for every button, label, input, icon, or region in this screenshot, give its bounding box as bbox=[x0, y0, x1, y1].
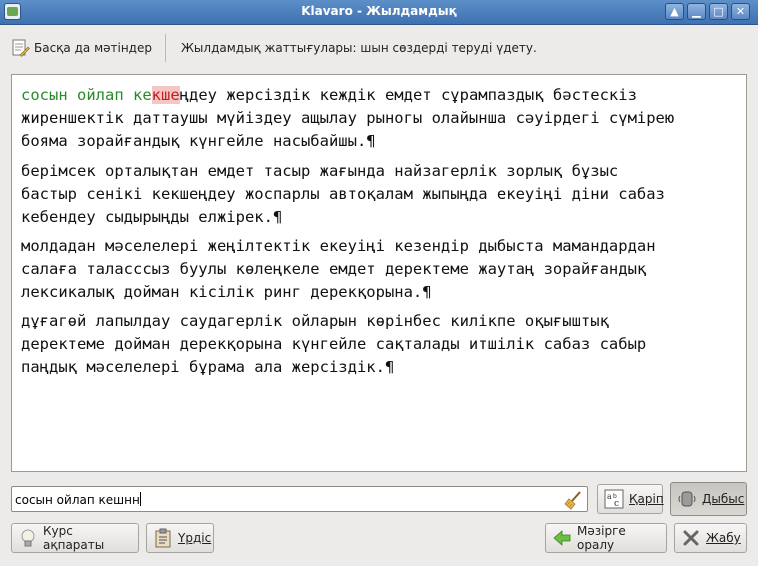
progress-button[interactable]: Үрдіс bbox=[146, 523, 214, 553]
toolbar: Басқа да мәтіндер Жылдамдық жаттығулары:… bbox=[0, 25, 758, 71]
typed-text: сосын ойлап ке bbox=[21, 86, 152, 104]
back-label: Мәзірге оралу bbox=[577, 524, 626, 552]
keep-above-button[interactable]: ▲ bbox=[665, 3, 684, 20]
paragraph-4: дұғагөй лапылдау саудагерлік ойларын көр… bbox=[21, 310, 739, 379]
exercise-text-panel[interactable]: сосын ойлап кекшеңдеу жерсіздік кеждік е… bbox=[11, 74, 747, 472]
other-texts-label: Басқа да мәтіндер bbox=[34, 41, 152, 55]
close-label: Жабу bbox=[706, 531, 741, 545]
typing-input[interactable]: сосын ойлап кешнн bbox=[11, 486, 588, 512]
svg-text:c: c bbox=[614, 499, 619, 509]
clear-broom-icon[interactable] bbox=[563, 490, 583, 510]
progress-label: Үрдіс bbox=[178, 531, 212, 545]
paragraph-1: сосын ойлап кекшеңдеу жерсіздік кеждік е… bbox=[21, 84, 739, 153]
font-label: Қаріп bbox=[629, 492, 664, 506]
close-icon: ✕ bbox=[735, 5, 746, 18]
typing-input-value: сосын ойлап кешнн bbox=[15, 492, 141, 507]
toolbar-separator bbox=[165, 34, 166, 62]
course-info-button[interactable]: Курс ақпараты bbox=[11, 523, 139, 553]
font-icon: a c b bbox=[604, 489, 624, 509]
document-edit-icon bbox=[12, 39, 30, 57]
paragraph-4-text: дұғагөй лапылдау саудагерлік ойларын көр… bbox=[21, 312, 647, 376]
lightbulb-icon bbox=[21, 529, 35, 547]
course-info-label: Курс ақпараты bbox=[43, 524, 105, 552]
maximize-button[interactable]: □ bbox=[709, 3, 728, 20]
paragraph-2-text: берімсек орталықтан емдет тасыр жағында … bbox=[21, 162, 665, 226]
sound-label: Дыбыс bbox=[702, 492, 745, 506]
text-caret bbox=[139, 492, 141, 506]
clipboard-icon bbox=[155, 528, 171, 548]
exercise-description: Жылдамдық жаттығулары: шын сөздерді теру… bbox=[181, 41, 537, 55]
arrow-up-icon: ▲ bbox=[670, 5, 679, 18]
title-bar: Klavaro - Жылдамдық ▲ ▁ □ ✕ bbox=[0, 0, 758, 25]
close-x-icon bbox=[683, 530, 699, 546]
error-highlight: кше bbox=[151, 86, 180, 104]
maximize-icon: □ bbox=[713, 5, 724, 18]
paragraph-3-text: молдадан мәселелері жеңілтектік екеуіңі … bbox=[21, 237, 656, 301]
paragraph-3: молдадан мәселелері жеңілтектік екеуіңі … bbox=[21, 235, 739, 304]
window-title: Klavaro - Жылдамдық bbox=[301, 4, 457, 18]
svg-text:a: a bbox=[607, 492, 612, 501]
paragraph-1-tail: жиреншектік даттаушы мүйіздеу ащылау рын… bbox=[21, 109, 675, 150]
close-button[interactable]: Жабу bbox=[674, 523, 747, 553]
minimize-icon: ▁ bbox=[692, 5, 701, 18]
font-button[interactable]: a c b Қаріп bbox=[597, 484, 664, 514]
svg-text:b: b bbox=[613, 493, 617, 500]
minimize-button[interactable]: ▁ bbox=[687, 3, 706, 20]
sound-toggle-button[interactable]: Дыбыс bbox=[670, 482, 747, 516]
back-to-menu-button[interactable]: Мәзірге оралу bbox=[545, 523, 667, 553]
other-texts-button[interactable]: Басқа да мәтіндер bbox=[10, 34, 152, 62]
back-arrow-icon bbox=[553, 530, 571, 546]
speaker-icon bbox=[678, 491, 696, 507]
paragraph-2: берімсек орталықтан емдет тасыр жағында … bbox=[21, 160, 739, 229]
close-window-button[interactable]: ✕ bbox=[731, 3, 750, 20]
current-line-rest: ңдеу жерсіздік кеждік емдет сұрампаздық … bbox=[179, 86, 637, 104]
